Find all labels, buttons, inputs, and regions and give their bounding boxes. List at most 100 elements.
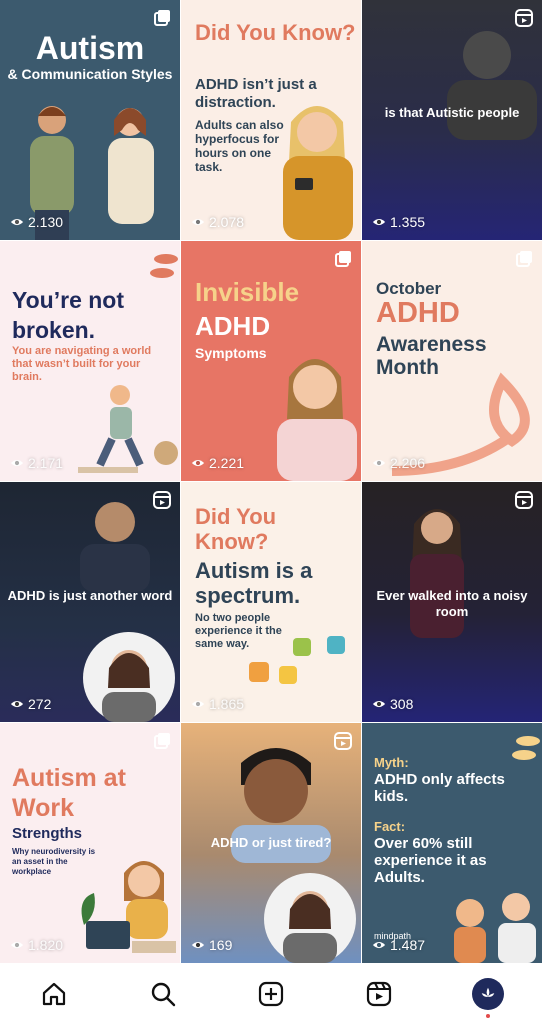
post-title: You’re not broken. <box>12 287 125 343</box>
view-count: 2.221 <box>191 455 244 471</box>
reel-caption: is that Autistic people <box>384 105 520 120</box>
post-subtitle: Symptoms <box>195 345 267 361</box>
reels-icon <box>367 981 392 1007</box>
post-tile[interactable]: Invisible ADHD Symptoms 2.221 <box>181 241 361 481</box>
carousel-icon <box>335 251 351 267</box>
eye-icon <box>10 218 24 226</box>
eye-icon <box>191 218 205 226</box>
view-count-label: 1.820 <box>28 937 64 953</box>
reel-caption: Ever walked into a noisy room <box>376 588 528 619</box>
view-count-label: 1.865 <box>209 696 245 712</box>
post-title: Autism at Work <box>12 764 126 822</box>
tab-profile[interactable] <box>468 974 508 1018</box>
walking-boy-illustration <box>78 385 178 473</box>
tab-search[interactable] <box>143 974 183 1014</box>
posts-grid: Autism & Communication Styles 2.130 Did … <box>0 0 542 964</box>
view-count: 272 <box>10 696 51 712</box>
view-count-label: 169 <box>209 937 233 953</box>
view-count: 1.865 <box>191 696 244 712</box>
home-icon <box>43 982 66 1006</box>
woman-with-phone-illustration <box>283 106 353 240</box>
carousel-icon <box>154 733 170 749</box>
post-tile[interactable]: Did You Know? Autism is a spectrum. No t… <box>181 482 361 722</box>
profile-avatar <box>471 978 504 1010</box>
puzzle-pieces-illustration <box>249 636 345 684</box>
view-count: 1.820 <box>10 937 63 953</box>
tab-reels[interactable] <box>359 974 399 1014</box>
view-count-label: 308 <box>390 696 414 712</box>
post-subtitle: & Communication Styles <box>7 66 173 82</box>
carousel-icon <box>154 10 170 26</box>
presenter-avatar <box>264 873 356 963</box>
reel-tile[interactable]: ADHD or just tired? 169 <box>181 723 361 963</box>
notification-dot <box>485 1014 490 1018</box>
eye-icon <box>10 700 24 708</box>
leaf-decoration <box>150 254 178 278</box>
eye-icon <box>10 459 24 467</box>
search-icon <box>151 982 175 1007</box>
view-count: 2.078 <box>191 214 244 230</box>
reel-tile[interactable]: is that Autistic people 1.355 <box>362 0 542 240</box>
bottom-tab-bar <box>0 964 542 1024</box>
fact-label: Fact: <box>374 819 406 834</box>
reel-tile[interactable]: ADHD is just another word 272 <box>0 482 180 722</box>
view-count: 2.171 <box>10 455 63 471</box>
fact-text: Over 60% still experience it as Adults. <box>374 835 487 886</box>
view-count: 169 <box>191 937 232 953</box>
reel-caption: ADHD or just tired? <box>210 835 332 850</box>
eye-icon <box>191 459 205 467</box>
view-count: 2.130 <box>10 214 63 230</box>
reel-icon <box>515 491 533 509</box>
eye-icon <box>372 700 386 708</box>
carousel-icon <box>516 251 532 267</box>
post-heading: Did You Know? <box>195 504 277 554</box>
leaf-decoration <box>512 736 540 760</box>
post-subtitle: Strengths <box>12 825 83 842</box>
post-line: ADHD <box>376 297 460 329</box>
eye-icon <box>372 218 386 226</box>
eye-icon <box>191 941 205 949</box>
post-title-line: Invisible <box>195 277 300 307</box>
post-line: Autism is a spectrum. <box>195 558 313 608</box>
view-count-label: 1.355 <box>390 214 426 230</box>
post-tile[interactable]: October ADHD Awareness Month 2.206 <box>362 241 542 481</box>
view-count-label: 272 <box>28 696 52 712</box>
eye-icon <box>191 700 205 708</box>
man-on-phone-silhouette <box>80 502 150 592</box>
create-icon <box>258 981 284 1007</box>
view-count-label: 2.078 <box>209 214 245 230</box>
tab-create[interactable] <box>251 974 291 1014</box>
post-tile[interactable]: Autism & Communication Styles 2.130 <box>0 0 180 240</box>
eye-icon <box>372 459 386 467</box>
view-count-label: 2.221 <box>209 455 245 471</box>
myth-text: ADHD only affects kids. <box>374 771 505 805</box>
view-count-label: 1.487 <box>390 937 426 953</box>
post-tile[interactable]: Did You Know? ADHD isn’t just a distract… <box>181 0 361 240</box>
eye-icon <box>10 941 24 949</box>
woman-at-laptop-illustration <box>81 861 176 953</box>
view-count: 308 <box>372 696 413 712</box>
reel-tile[interactable]: Ever walked into a noisy room 308 <box>362 482 542 722</box>
post-title: Autism <box>35 30 145 66</box>
myth-label: Myth: <box>374 755 409 770</box>
post-body: You are navigating a world that wasn’t b… <box>12 345 152 383</box>
view-count: 1.355 <box>372 214 425 230</box>
lotus-logo <box>481 987 495 997</box>
view-count: 1.487 <box>372 937 425 953</box>
boy-and-man-illustration <box>454 893 536 963</box>
reel-caption: ADHD is just another word <box>7 588 173 603</box>
post-line: October <box>376 279 442 298</box>
thinking-woman-illustration <box>277 359 357 481</box>
person-silhouette <box>447 31 537 140</box>
view-count: 2.206 <box>372 455 425 471</box>
post-tile[interactable]: Myth: ADHD only affects kids. Fact: Over… <box>362 723 542 963</box>
view-count-label: 2.206 <box>390 455 426 471</box>
view-count-label: 2.130 <box>28 214 64 230</box>
post-tile[interactable]: You’re not broken. You are navigating a … <box>0 241 180 481</box>
eye-icon <box>372 941 386 949</box>
post-title-line: ADHD <box>195 311 271 341</box>
tab-home[interactable] <box>34 974 74 1014</box>
post-tile[interactable]: Autism at Work Strengths Why neurodivers… <box>0 723 180 963</box>
presenter-avatar <box>83 632 175 722</box>
view-count-label: 2.171 <box>28 455 64 471</box>
